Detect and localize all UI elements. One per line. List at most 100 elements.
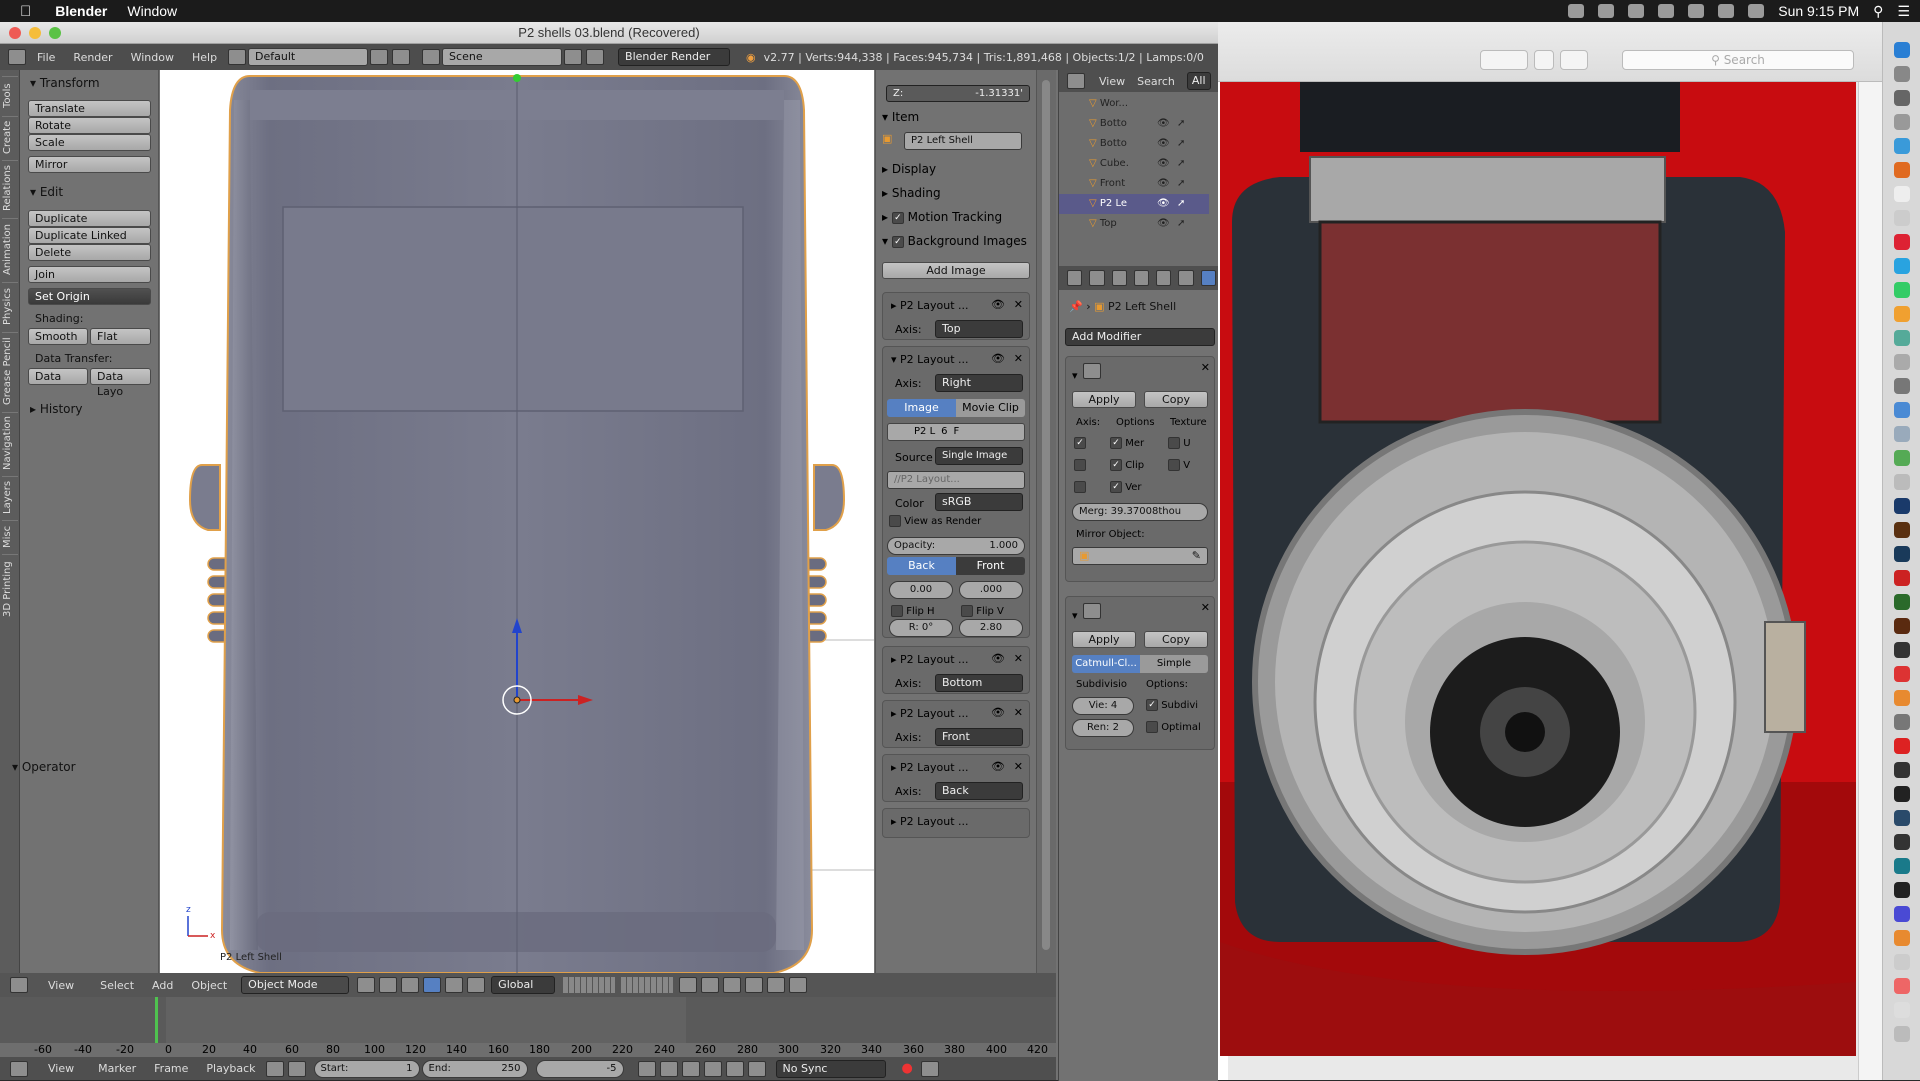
view-as-render-row[interactable]: View as Render: [889, 515, 981, 527]
menu-window-blender[interactable]: Window: [122, 51, 183, 64]
color-space-select[interactable]: sRGB: [935, 493, 1023, 511]
eye-icon[interactable]: 👁: [991, 706, 1005, 719]
utility-icon[interactable]: [1894, 378, 1910, 394]
join-button[interactable]: Join: [28, 266, 151, 283]
timemachine-icon[interactable]: [1658, 4, 1675, 18]
image-datablock[interactable]: P2 L 6 F: [887, 423, 1025, 441]
preview-range-icon[interactable]: [265, 1060, 284, 1077]
cursor-icon[interactable]: ➚: [1177, 154, 1185, 174]
tab-tools[interactable]: Tools: [2, 76, 18, 114]
close-window-button[interactable]: [9, 27, 21, 39]
bg-image-2-axis-select[interactable]: Right: [935, 374, 1023, 392]
app-icon[interactable]: [1894, 810, 1910, 826]
tab-layers[interactable]: Layers: [2, 476, 18, 518]
bridge-icon[interactable]: [1894, 618, 1910, 634]
transform-panel-header[interactable]: ▾ Transform: [30, 76, 100, 90]
tab-create[interactable]: Create: [2, 116, 18, 158]
flip-h-checkbox[interactable]: [891, 605, 903, 617]
menu-file[interactable]: File: [28, 51, 64, 64]
outliner-menu-view[interactable]: View: [1099, 75, 1125, 88]
maps-icon[interactable]: [1894, 282, 1910, 298]
tab-grease-pencil[interactable]: Grease Pencil: [2, 332, 18, 410]
interaction-mode-select[interactable]: Object Mode: [241, 976, 350, 994]
axis-y-checkbox[interactable]: [1074, 459, 1086, 471]
notes-icon[interactable]: [1894, 186, 1910, 202]
share-button[interactable]: [1560, 50, 1588, 70]
tab-misc[interactable]: Misc: [2, 520, 18, 552]
rotation-field[interactable]: R: 0°: [889, 619, 953, 637]
remove-layout-icon[interactable]: [392, 49, 411, 65]
optimal-display-row[interactable]: Optimal: [1146, 721, 1201, 733]
eye-icon[interactable]: 👁: [1157, 174, 1170, 194]
minimize-window-button[interactable]: [29, 27, 41, 39]
notification-center-icon[interactable]: ☰: [1897, 3, 1910, 20]
render-tab-icon[interactable]: [1089, 270, 1105, 286]
app-icon[interactable]: [1894, 882, 1910, 898]
snap-element-icon[interactable]: [745, 977, 764, 993]
play-reverse-icon[interactable]: [681, 1060, 700, 1077]
app-icon[interactable]: [1894, 978, 1910, 994]
acrobat-icon[interactable]: [1894, 570, 1910, 586]
axis-z-checkbox[interactable]: [1074, 481, 1086, 493]
cursor-icon[interactable]: ➚: [1177, 174, 1185, 194]
operator-panel-header[interactable]: ▾ Operator: [12, 760, 76, 774]
layers-tab-icon[interactable]: [1111, 270, 1127, 286]
tab-image[interactable]: Image: [887, 399, 956, 417]
eyedropper-icon[interactable]: ✎: [1192, 548, 1201, 564]
axis-x-checkbox[interactable]: ✓: [1074, 437, 1086, 449]
tab-relations[interactable]: Relations: [2, 160, 18, 216]
add-scene-icon[interactable]: [564, 49, 583, 65]
app-icon[interactable]: [1894, 1002, 1910, 1018]
ibooks-icon[interactable]: [1894, 306, 1910, 322]
cursor-icon[interactable]: ➚: [1177, 134, 1185, 154]
layout-icon[interactable]: [228, 49, 247, 65]
modifiers-tab-icon[interactable]: [1200, 270, 1216, 286]
lightroom-icon[interactable]: [1894, 546, 1910, 562]
background-images-checkbox[interactable]: ✓: [891, 235, 904, 248]
timeline[interactable]: -60 -40 -20 0 20 40 60 80 100 120 140 16…: [0, 997, 1056, 1057]
opengl-anim-icon[interactable]: [789, 977, 808, 993]
app-icon[interactable]: [1894, 834, 1910, 850]
app-icon[interactable]: [1894, 858, 1910, 874]
messages-icon[interactable]: [1894, 258, 1910, 274]
bluetooth-icon[interactable]: [1688, 4, 1705, 18]
axis-z-checkbox-row[interactable]: [1074, 481, 1086, 493]
vertex-groups-checkbox[interactable]: ✓: [1110, 481, 1122, 493]
motion-tracking-checkbox[interactable]: ✓: [891, 211, 904, 224]
calendar-icon[interactable]: [1894, 234, 1910, 250]
view3d-menu-select[interactable]: Select: [100, 979, 134, 992]
app-icon[interactable]: [1894, 426, 1910, 442]
render-engine-select[interactable]: Blender Render: [618, 48, 731, 66]
photos-icon[interactable]: [1894, 210, 1910, 226]
timeline-menu-playback[interactable]: Playback: [206, 1062, 255, 1075]
jump-keyframe-back-icon[interactable]: [659, 1060, 678, 1077]
pivot-point-icon[interactable]: [379, 977, 398, 993]
eye-icon[interactable]: 👁: [1157, 194, 1170, 214]
firefox-icon[interactable]: [1894, 162, 1910, 178]
outliner-menu-search[interactable]: Search: [1137, 75, 1175, 88]
app-menu-blender[interactable]: Blender: [45, 3, 117, 19]
smooth-button[interactable]: Smooth: [28, 328, 88, 345]
view-levels-field[interactable]: Vie: 4: [1072, 697, 1134, 715]
outliner-filter-select[interactable]: All: [1186, 72, 1211, 90]
close-icon[interactable]: ✕: [1014, 352, 1023, 365]
bg-image-3-axis-select[interactable]: Bottom: [935, 674, 1023, 692]
bg-image-5-axis-select[interactable]: Back: [935, 782, 1023, 800]
outliner-row[interactable]: ▽ Top 👁 ➚: [1059, 214, 1209, 234]
subsurf-apply-button[interactable]: Apply: [1072, 631, 1136, 648]
dropbox-icon[interactable]: [1598, 4, 1615, 18]
set-origin-select[interactable]: Set Origin: [28, 288, 151, 305]
layers-grid[interactable]: [563, 977, 616, 993]
rotate-button[interactable]: [1534, 50, 1554, 70]
edit-panel-header[interactable]: ▾ Edit: [30, 185, 63, 199]
render-levels-field[interactable]: Ren: 2: [1072, 719, 1134, 737]
subsurf-copy-button[interactable]: Copy: [1144, 631, 1208, 648]
fake-user-toggle[interactable]: F: [954, 424, 960, 440]
manipulator-icon[interactable]: [401, 977, 420, 993]
shading-panel-header[interactable]: ▸ Shading: [882, 186, 1030, 200]
clip-option-row[interactable]: ✓ Clip: [1110, 459, 1144, 471]
proportional-edit-icon[interactable]: [701, 977, 720, 993]
eye-icon[interactable]: 👁: [991, 652, 1005, 665]
translate-manipulator-icon[interactable]: [423, 977, 442, 993]
app-icon[interactable]: [1894, 738, 1910, 754]
